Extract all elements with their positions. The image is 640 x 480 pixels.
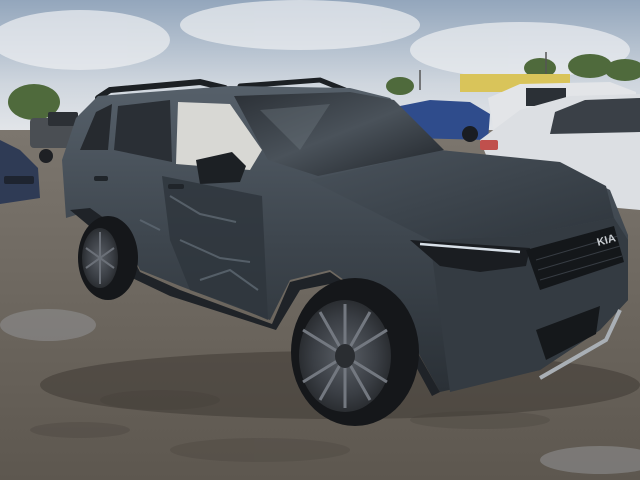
front-door-handle (168, 184, 184, 189)
rear-door-handle (94, 176, 108, 181)
front-wheel (291, 278, 419, 426)
rear-wheel (78, 216, 138, 300)
salvage-yard-photo: KIA (0, 0, 640, 480)
